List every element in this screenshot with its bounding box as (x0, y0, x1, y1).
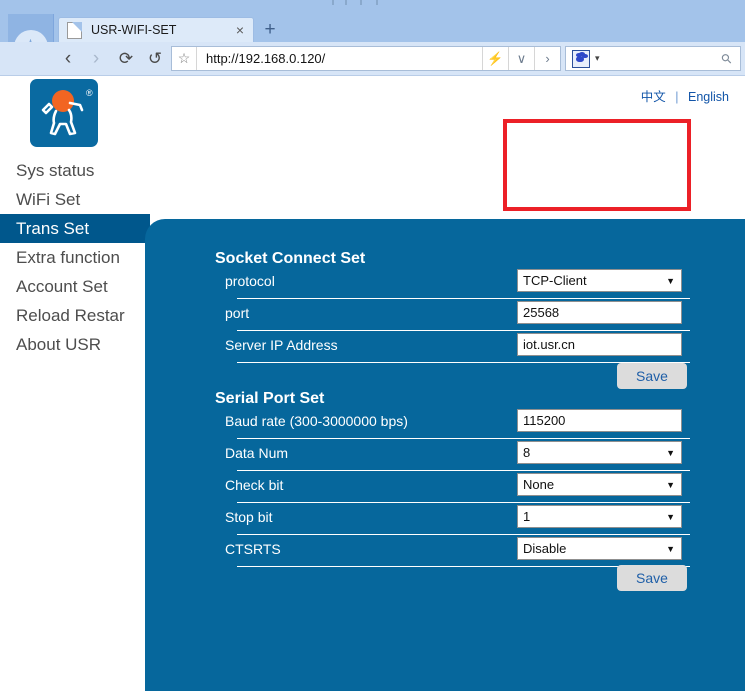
row-divider (237, 438, 690, 439)
address-bar[interactable]: ☆ http://192.168.0.120/ ⚡ ∨ › (171, 46, 561, 71)
paw-icon[interactable] (572, 50, 590, 68)
sidebar-item-about-usr[interactable]: About USR (0, 330, 150, 359)
annotation-highlight-box (503, 119, 691, 211)
baud-rate-value: 115200 (523, 413, 565, 428)
sidebar-item-sys-status[interactable]: Sys status (0, 156, 150, 185)
server-ip-value: iot.usr.cn (523, 337, 575, 352)
registered-mark: ® (86, 88, 93, 98)
sidebar-nav-list: Sys status WiFi Set Trans Set Extra func… (0, 156, 150, 359)
lightning-icon[interactable]: ⚡ (482, 47, 508, 70)
top-mark (376, 0, 378, 5)
ctsrts-value: Disable (523, 541, 566, 556)
row-check-bit: Check bit None ▼ (225, 473, 690, 503)
row-divider (237, 470, 690, 471)
server-ip-input[interactable]: iot.usr.cn (517, 333, 682, 356)
chevron-down-icon[interactable]: ∨ (508, 47, 534, 70)
close-icon[interactable]: × (231, 22, 249, 38)
chevron-down-icon: ▼ (666, 448, 675, 458)
row-stop-bit: Stop bit 1 ▼ (225, 505, 690, 535)
row-divider (237, 330, 690, 331)
undo-icon[interactable]: ↺ (143, 42, 167, 75)
stop-bit-select[interactable]: 1 ▼ (517, 505, 682, 528)
row-server-ip: Server IP Address iot.usr.cn (225, 333, 690, 363)
caret-down-icon[interactable]: ▾ (595, 53, 600, 64)
row-protocol: protocol TCP-Client ▼ (225, 269, 690, 299)
tab-strip: USR-WIFI-SET × + (0, 14, 745, 42)
page-icon (67, 22, 82, 39)
back-icon[interactable]: ‹ (56, 42, 80, 75)
protocol-value: TCP-Client (523, 273, 587, 288)
port-value: 25568 (523, 305, 559, 320)
chevron-down-icon: ▼ (666, 512, 675, 522)
serial-section-title: Serial Port Set (215, 390, 324, 408)
baud-rate-label: Baud rate (300-3000000 bps) (225, 413, 408, 429)
lang-separator: | (675, 90, 678, 104)
tab-title: USR-WIFI-SET (91, 23, 231, 37)
top-mark (360, 0, 362, 5)
row-data-num: Data Num 8 ▼ (225, 441, 690, 471)
go-icon[interactable]: › (534, 47, 560, 70)
check-bit-select[interactable]: None ▼ (517, 473, 682, 496)
ctsrts-select[interactable]: Disable ▼ (517, 537, 682, 560)
window-top-strip (0, 0, 745, 14)
page-content: 中文 | English ® Sys status WiFi Set Trans… (0, 76, 745, 614)
search-bar[interactable]: ▾ ⚲ (565, 46, 741, 71)
sidebar-item-extra-function[interactable]: Extra function (0, 243, 150, 272)
protocol-select[interactable]: TCP-Client ▼ (517, 269, 682, 292)
search-icon[interactable]: ⚲ (718, 49, 736, 67)
url-text[interactable]: http://192.168.0.120/ (206, 51, 482, 66)
row-divider (237, 298, 690, 299)
sidebar-item-trans-set[interactable]: Trans Set (0, 214, 150, 243)
baud-rate-input[interactable]: 115200 (517, 409, 682, 432)
port-input[interactable]: 25568 (517, 301, 682, 324)
check-bit-label: Check bit (225, 477, 283, 493)
forward-icon[interactable]: › (84, 42, 108, 75)
stop-bit-value: 1 (523, 509, 530, 524)
ctsrts-label: CTSRTS (225, 541, 281, 557)
protocol-label: protocol (225, 273, 275, 289)
top-mark (345, 0, 347, 5)
sidebar-item-account-set[interactable]: Account Set (0, 272, 150, 301)
bookmark-star-icon[interactable]: ☆ (172, 47, 197, 70)
socket-section-title: Socket Connect Set (215, 250, 365, 268)
port-label: port (225, 305, 249, 321)
data-num-label: Data Num (225, 445, 288, 461)
new-tab-button[interactable]: + (258, 19, 282, 42)
browser-tab[interactable]: USR-WIFI-SET × (58, 17, 254, 42)
server-ip-label: Server IP Address (225, 337, 338, 353)
navigation-toolbar: ‹ › ⟳ ↺ ☆ http://192.168.0.120/ ⚡ ∨ › ▾ … (0, 42, 745, 76)
socket-save-button[interactable]: Save (617, 363, 687, 389)
chevron-down-icon: ▼ (666, 276, 675, 286)
sidebar-item-reload-restar[interactable]: Reload Restar (0, 301, 150, 330)
settings-panel: Socket Connect Set protocol TCP-Client ▼… (145, 219, 745, 691)
reload-icon[interactable]: ⟳ (113, 42, 139, 75)
chevron-down-icon: ▼ (666, 544, 675, 554)
row-port: port 25568 (225, 301, 690, 331)
sidebar-item-wifi-set[interactable]: WiFi Set (0, 185, 150, 214)
data-num-value: 8 (523, 445, 530, 460)
top-mark (332, 0, 334, 5)
row-ctsrts: CTSRTS Disable ▼ (225, 537, 690, 567)
check-bit-value: None (523, 477, 554, 492)
stop-bit-label: Stop bit (225, 509, 272, 525)
language-switcher: 中文 | English (641, 86, 729, 105)
row-baud-rate: Baud rate (300-3000000 bps) 115200 (225, 409, 690, 439)
data-num-select[interactable]: 8 ▼ (517, 441, 682, 464)
row-divider (237, 502, 690, 503)
serial-save-button[interactable]: Save (617, 565, 687, 591)
usr-logo-icon: ® (30, 79, 98, 147)
row-divider (237, 534, 690, 535)
lang-english-link[interactable]: English (688, 90, 729, 104)
lang-chinese-link[interactable]: 中文 (641, 90, 666, 104)
chevron-down-icon: ▼ (666, 480, 675, 490)
